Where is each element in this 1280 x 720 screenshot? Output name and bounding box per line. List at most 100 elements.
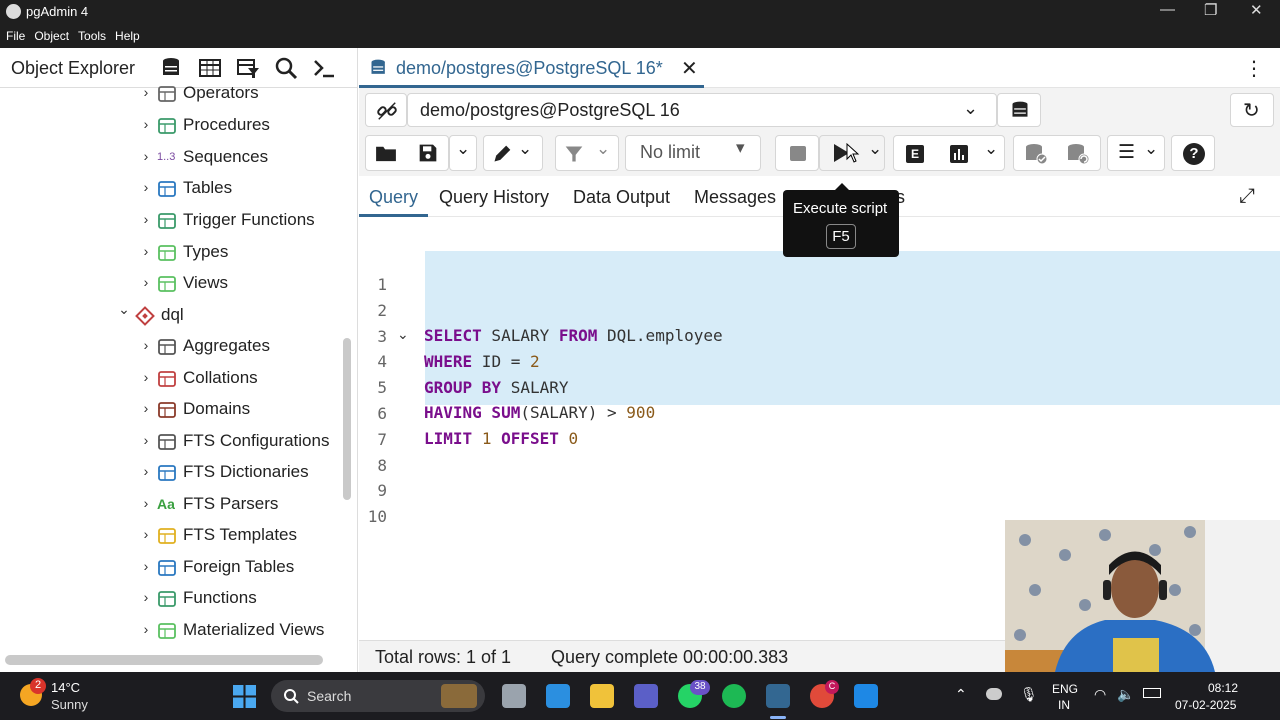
file-group	[365, 135, 449, 171]
macros-button[interactable]: ☰ ⌄	[1107, 135, 1165, 171]
row-limit-select[interactable]: No limit ▾	[625, 135, 761, 171]
chevron-up-icon[interactable]: ⌃	[955, 686, 967, 703]
file-explorer-icon[interactable]	[590, 684, 614, 708]
search-icon[interactable]	[274, 56, 298, 80]
mouse-cursor-icon	[846, 143, 860, 163]
chevron-down-icon: ⌄	[963, 98, 979, 118]
line-number: 9	[377, 481, 387, 501]
task-view-icon[interactable]	[502, 684, 526, 708]
menu-object[interactable]: Object	[28, 24, 72, 43]
stop-button[interactable]	[775, 135, 819, 171]
edit-button[interactable]: ⌄	[483, 135, 543, 171]
query-tab[interactable]: demo/postgres@PostgreSQL 16* ✕	[359, 48, 704, 88]
more-options-icon[interactable]: ⋮	[1244, 56, 1264, 81]
tab-data-output[interactable]: Data Output	[573, 187, 670, 208]
explain-icon[interactable]: E	[906, 145, 924, 163]
sequence-icon: 1..3	[157, 151, 176, 163]
expand-icon[interactable]: ⤢	[1239, 185, 1255, 208]
aggregate-icon	[157, 337, 177, 357]
database-query-icon[interactable]	[160, 56, 184, 80]
chevron-right-icon[interactable]: ›	[139, 274, 153, 290]
line-number: 8	[377, 455, 387, 475]
explain-analyze-icon[interactable]	[950, 145, 968, 163]
caret-down-icon: ▾	[736, 138, 745, 157]
minimize-button[interactable]: —	[1160, 1, 1175, 18]
chevron-right-icon[interactable]: ›	[139, 621, 153, 637]
window-title: pgAdmin 4	[26, 4, 89, 19]
execute-tooltip: Execute script F5	[783, 183, 899, 257]
filter-button[interactable]: ⌄	[555, 135, 619, 171]
vertical-scrollbar[interactable]	[343, 338, 351, 500]
connection-select[interactable]: demo/postgres@PostgreSQL 16 ⌄	[407, 93, 997, 127]
chevron-right-icon[interactable]: ›	[139, 526, 153, 542]
operator-icon	[157, 84, 177, 104]
fold-chevron-icon[interactable]: ⌄	[397, 326, 409, 343]
chevron-down-icon[interactable]: ⌄	[117, 301, 131, 318]
chevron-right-icon[interactable]: ›	[139, 589, 153, 605]
materialized-view-icon	[157, 621, 177, 641]
chevron-right-icon[interactable]: ›	[139, 148, 153, 164]
menu-tools[interactable]: Tools	[72, 24, 109, 43]
new-connection-button[interactable]	[997, 93, 1041, 127]
tree-item-label: Aggregates	[183, 336, 270, 355]
webcam-overlay	[1005, 520, 1280, 672]
tree-item-label: Foreign Tables	[183, 557, 295, 576]
horizontal-scrollbar[interactable]	[5, 655, 323, 665]
chevron-right-icon[interactable]: ›	[139, 116, 153, 132]
rollback-icon[interactable]	[1066, 143, 1090, 165]
psql-terminal-icon[interactable]	[312, 56, 336, 80]
row-limit-value: No limit	[640, 142, 701, 162]
tab-query[interactable]: Query	[369, 187, 418, 208]
save-options-button[interactable]: ⌄	[449, 135, 477, 171]
microphone-icon[interactable]: 🎙	[1020, 686, 1038, 703]
filtered-rows-icon[interactable]	[236, 56, 260, 80]
battery-icon[interactable]	[1143, 688, 1161, 698]
language-top[interactable]: ENG	[1052, 682, 1078, 696]
onedrive-icon[interactable]	[986, 688, 1002, 700]
chevron-right-icon[interactable]: ›	[139, 369, 153, 385]
volume-icon[interactable]: 🔈	[1117, 686, 1134, 703]
spotify-icon[interactable]	[722, 684, 746, 708]
help-icon: ?	[1183, 143, 1205, 165]
chevron-down-icon[interactable]: ⌄	[984, 139, 998, 159]
close-tab-icon[interactable]: ✕	[681, 56, 698, 81]
close-window-button[interactable]: ✕	[1250, 1, 1263, 19]
clock-date[interactable]: 07-02-2025	[1175, 698, 1236, 712]
help-button[interactable]: ?	[1171, 135, 1215, 171]
connection-status-button[interactable]	[365, 93, 407, 127]
chevron-right-icon[interactable]: ›	[139, 432, 153, 448]
weather-badge: 2	[30, 678, 46, 694]
type-icon	[157, 243, 177, 263]
maximize-button[interactable]: ❐	[1204, 1, 1217, 19]
menu-file[interactable]: File	[0, 24, 28, 43]
chevron-right-icon[interactable]: ›	[139, 495, 153, 511]
notepad-icon[interactable]	[854, 684, 878, 708]
chevron-right-icon[interactable]: ›	[139, 400, 153, 416]
teams-icon[interactable]	[634, 684, 658, 708]
microsoft-store-icon[interactable]	[546, 684, 570, 708]
clock-time[interactable]: 08:12	[1208, 681, 1238, 695]
tab-messages[interactable]: Messages	[694, 187, 776, 208]
chevron-right-icon[interactable]: ›	[139, 211, 153, 227]
chevron-right-icon[interactable]: ›	[139, 463, 153, 479]
taskbar-search[interactable]: Search	[271, 680, 485, 712]
chevron-right-icon[interactable]: ›	[139, 243, 153, 259]
save-icon[interactable]	[418, 143, 438, 163]
line-number: 4	[377, 352, 387, 372]
object-explorer-header: Object Explorer	[0, 48, 358, 88]
refresh-button[interactable]: ↻	[1230, 93, 1274, 127]
chevron-right-icon[interactable]: ›	[139, 337, 153, 353]
windows-start-icon[interactable]	[233, 685, 256, 708]
tab-query-history[interactable]: Query History	[439, 187, 549, 208]
menu-help[interactable]: Help	[109, 24, 143, 43]
commit-icon[interactable]	[1024, 143, 1048, 165]
chevron-right-icon[interactable]: ›	[139, 84, 153, 100]
chevron-right-icon[interactable]: ›	[139, 179, 153, 195]
view-data-icon[interactable]	[198, 56, 222, 80]
open-file-icon[interactable]	[375, 144, 397, 162]
tree-item-label: Tables	[183, 178, 233, 197]
wifi-icon[interactable]: ◠	[1094, 686, 1106, 703]
pgadmin-taskbar-icon[interactable]	[766, 684, 790, 708]
chevron-right-icon[interactable]: ›	[139, 558, 153, 574]
title-bar: pgAdmin 4 — ❐ ✕	[0, 0, 1280, 24]
